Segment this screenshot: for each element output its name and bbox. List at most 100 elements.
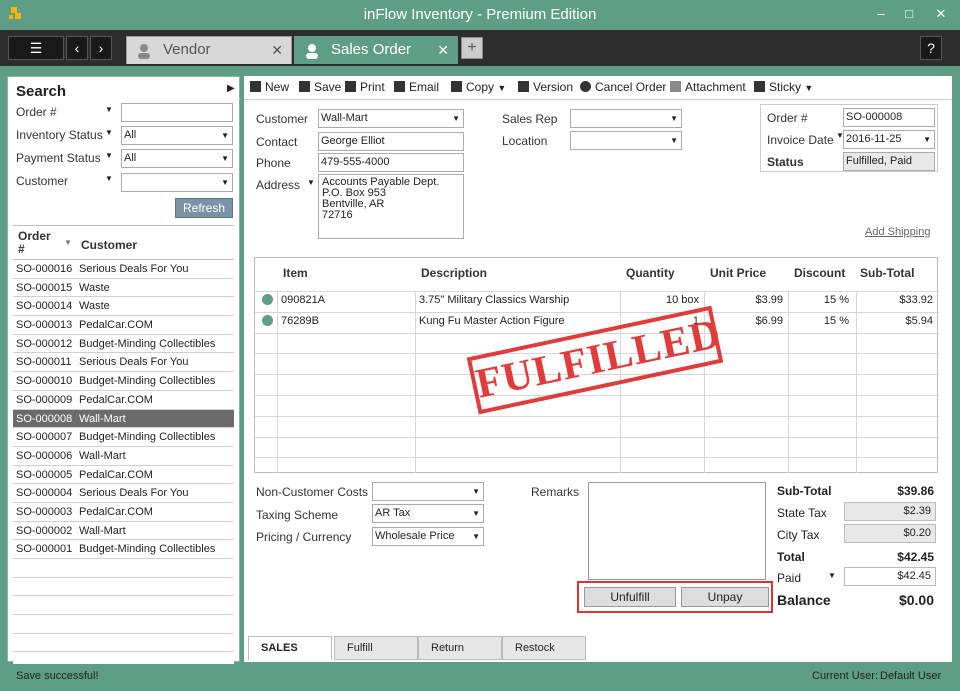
- dropdown-icon[interactable]: ▼: [307, 178, 315, 187]
- search-order-input[interactable]: [121, 103, 233, 122]
- item-cell[interactable]: 090821A: [281, 294, 325, 306]
- list-item[interactable]: SO-000012 Budget-Minding Collectibles: [13, 334, 234, 354]
- new-button[interactable]: New: [250, 80, 289, 94]
- description-cell[interactable]: 3.75" Military Classics Warship: [419, 294, 569, 306]
- remarks-textarea[interactable]: [588, 482, 766, 580]
- dropdown-icon[interactable]: ▼: [105, 151, 113, 160]
- status-bar: Save successful! Current User: Default U…: [0, 664, 960, 691]
- close-window-button[interactable]: ✕: [926, 5, 956, 23]
- list-item[interactable]: SO-000003 PedalCar.COM: [13, 502, 234, 522]
- tab-fulfill[interactable]: Fulfill: [334, 636, 418, 660]
- item-column-header[interactable]: Item: [283, 266, 308, 280]
- menu-button[interactable]: ☰: [8, 36, 64, 60]
- close-icon[interactable]: ✕: [271, 37, 283, 63]
- contact-input[interactable]: George Elliot: [318, 132, 464, 151]
- list-item[interactable]: [13, 596, 234, 616]
- save-button[interactable]: Save: [299, 80, 341, 94]
- list-item[interactable]: SO-000008 Wall-Mart: [13, 409, 234, 429]
- tab-sales[interactable]: SALES: [248, 636, 332, 660]
- dropdown-icon[interactable]: ▼: [105, 174, 113, 183]
- version-button[interactable]: Version: [518, 80, 573, 94]
- customer-column-header[interactable]: Customer: [81, 238, 137, 252]
- list-item[interactable]: SO-000016 Serious Deals For You: [13, 260, 234, 279]
- taxing-scheme-select[interactable]: AR Tax ▼: [372, 504, 484, 523]
- address-textarea[interactable]: Accounts Payable Dept. P.O. Box 953 Bent…: [318, 174, 464, 239]
- tab-vendor-label: Vendor: [163, 41, 211, 58]
- back-button[interactable]: ‹: [66, 36, 88, 60]
- dropdown-icon[interactable]: ▼: [105, 128, 113, 137]
- forward-button[interactable]: ›: [90, 36, 112, 60]
- non-customer-costs-select[interactable]: ▼: [372, 482, 484, 501]
- order-number-input[interactable]: SO-000008: [843, 108, 935, 127]
- list-item[interactable]: SO-000002 Wall-Mart: [13, 521, 234, 541]
- customer-cell: Budget-Minding Collectibles: [79, 375, 216, 388]
- sort-desc-icon[interactable]: ▼: [64, 238, 72, 247]
- dropdown-icon[interactable]: ▼: [828, 571, 836, 580]
- list-item[interactable]: SO-000005 PedalCar.COM: [13, 465, 234, 485]
- inventory-status-select[interactable]: All ▼: [121, 126, 233, 145]
- caret-down-icon: ▼: [452, 114, 460, 123]
- order-column-header[interactable]: Order #: [18, 230, 58, 256]
- phone-input[interactable]: 479-555-4000: [318, 153, 464, 172]
- unit-price-column-header[interactable]: Unit Price: [710, 266, 766, 280]
- help-button[interactable]: ?: [920, 36, 942, 60]
- customer-select[interactable]: Wall-Mart ▼: [318, 109, 464, 128]
- close-icon[interactable]: ✕: [437, 37, 449, 63]
- maximize-button[interactable]: □: [898, 5, 920, 23]
- balance-label: Balance: [777, 592, 831, 608]
- attachment-button[interactable]: Attachment: [670, 80, 746, 94]
- collapse-arrow-icon[interactable]: ▶: [227, 83, 235, 94]
- tab-restock[interactable]: Restock: [502, 636, 586, 660]
- description-column-header[interactable]: Description: [421, 266, 487, 280]
- tab-return[interactable]: Return: [418, 636, 502, 660]
- sales-rep-select[interactable]: ▼: [570, 109, 682, 128]
- list-item[interactable]: SO-000010 Budget-Minding Collectibles: [13, 372, 234, 391]
- copy-icon: [451, 81, 462, 92]
- tab-vendor[interactable]: Vendor ✕: [126, 36, 292, 64]
- new-tab-button[interactable]: +: [461, 37, 483, 59]
- pricing-currency-select[interactable]: Wholesale Price ▼: [372, 527, 484, 546]
- search-customer-select[interactable]: ▼: [121, 173, 233, 192]
- list-item[interactable]: [13, 559, 234, 578]
- discount-column-header[interactable]: Discount: [794, 266, 845, 280]
- payment-status-select[interactable]: All ▼: [121, 149, 233, 168]
- refresh-button[interactable]: Refresh: [175, 198, 233, 218]
- list-item[interactable]: SO-000006 Wall-Mart: [13, 446, 234, 466]
- cancel-order-button[interactable]: Cancel Order: [580, 80, 666, 94]
- unpay-button[interactable]: Unpay: [681, 587, 769, 607]
- item-cell[interactable]: 76289B: [281, 315, 319, 327]
- add-shipping-link[interactable]: Add Shipping: [865, 226, 930, 238]
- list-item[interactable]: SO-000015 Waste: [13, 278, 234, 298]
- print-button[interactable]: Print: [345, 80, 385, 94]
- unfulfill-button[interactable]: Unfulfill: [584, 587, 676, 607]
- city-tax-label: City Tax: [777, 528, 820, 542]
- new-doc-icon: [250, 81, 261, 92]
- unit-price-cell[interactable]: $3.99: [755, 294, 783, 306]
- invoice-date-picker[interactable]: 2016-11-25 ▼: [843, 130, 935, 149]
- list-item[interactable]: SO-000014 Waste: [13, 297, 234, 317]
- discount-cell[interactable]: 15 %: [824, 294, 849, 306]
- list-item[interactable]: [13, 633, 234, 653]
- list-item[interactable]: [13, 615, 234, 634]
- email-button[interactable]: Email: [394, 80, 439, 94]
- list-item[interactable]: SO-000004 Serious Deals For You: [13, 484, 234, 503]
- list-item[interactable]: SO-000011 Serious Deals For You: [13, 353, 234, 373]
- list-item[interactable]: SO-000013 PedalCar.COM: [13, 316, 234, 335]
- list-item[interactable]: SO-000001 Budget-Minding Collectibles: [13, 540, 234, 559]
- location-select[interactable]: ▼: [570, 131, 682, 150]
- unit-price-cell[interactable]: $6.99: [755, 315, 783, 327]
- dropdown-icon[interactable]: ▼: [105, 105, 113, 114]
- paid-input[interactable]: $42.45: [844, 567, 936, 586]
- minimize-button[interactable]: –: [870, 5, 892, 23]
- description-cell[interactable]: Kung Fu Master Action Figure: [419, 315, 565, 327]
- list-item[interactable]: SO-000007 Budget-Minding Collectibles: [13, 428, 234, 447]
- quantity-column-header[interactable]: Quantity: [626, 266, 675, 280]
- copy-button[interactable]: Copy ▼: [451, 80, 506, 94]
- list-item[interactable]: SO-000009 PedalCar.COM: [13, 390, 234, 410]
- subtotal-column-header[interactable]: Sub-Total: [860, 266, 914, 280]
- sticky-button[interactable]: Sticky ▼: [754, 80, 813, 94]
- tab-sales-order[interactable]: Sales Order ✕: [294, 36, 458, 64]
- list-item[interactable]: [13, 577, 234, 597]
- quantity-cell[interactable]: 10 box: [666, 294, 699, 306]
- discount-cell[interactable]: 15 %: [824, 315, 849, 327]
